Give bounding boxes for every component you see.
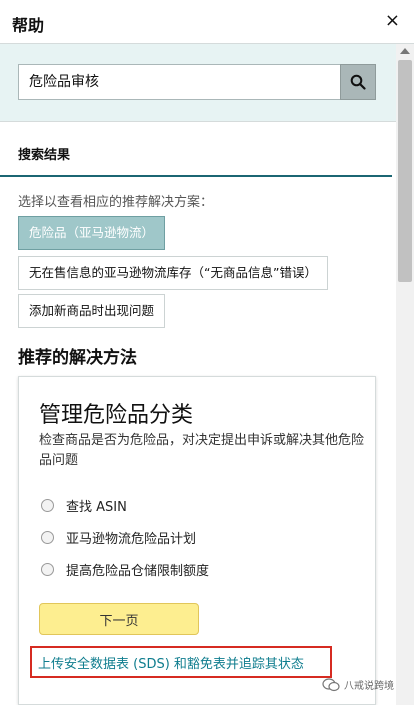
watermark-text: 八戒说跨境 bbox=[344, 681, 394, 692]
option-raise-storage-limit[interactable]: 提高危险品仓储限制额度 bbox=[41, 559, 209, 579]
upload-sds-link[interactable]: 上传安全数据表 (SDS) 和豁免表并追踪其状态 bbox=[38, 653, 304, 672]
search-area: 危险品审核 bbox=[0, 44, 396, 122]
wechat-icon bbox=[322, 677, 340, 691]
recommended-solutions-heading: 推荐的解决方法 bbox=[18, 348, 137, 368]
card-title: 管理危险品分类 bbox=[39, 403, 194, 428]
results-divider bbox=[0, 175, 392, 177]
result-chip-add-product-issue[interactable]: 添加新商品时出现问题 bbox=[18, 294, 166, 328]
close-icon[interactable]: × bbox=[385, 11, 400, 31]
watermark: 八戒说跨境 bbox=[322, 677, 394, 692]
results-prompt: 选择以查看相应的推荐解决方案： bbox=[18, 195, 214, 210]
option-label: 亚马逊物流危险品计划 bbox=[66, 531, 197, 547]
radio-button[interactable] bbox=[41, 498, 54, 512]
search-icon bbox=[350, 74, 366, 90]
option-hazmat-program[interactable]: 亚马逊物流危险品计划 bbox=[41, 527, 196, 547]
result-chip-dangerous-goods[interactable]: 危险品（亚马逊物流） bbox=[18, 216, 166, 250]
option-label: 查找 ASIN bbox=[66, 499, 127, 515]
radio-button[interactable] bbox=[41, 562, 54, 576]
option-label: 提高危险品仓储限制额度 bbox=[66, 563, 210, 579]
scrollbar-thumb[interactable] bbox=[398, 60, 412, 282]
option-find-asin[interactable]: 查找 ASIN bbox=[41, 495, 127, 515]
help-panel-header: 帮助 × bbox=[0, 0, 414, 44]
search-input[interactable]: 危险品审核 bbox=[18, 64, 340, 100]
result-chip-stranded-inventory[interactable]: 无在售信息的亚马逊物流库存（“无商品信息”错误） bbox=[18, 256, 328, 290]
next-page-button[interactable]: 下一页 bbox=[39, 603, 199, 635]
scroll-up-arrow-icon[interactable] bbox=[400, 48, 410, 54]
search-results-heading: 搜索结果 bbox=[18, 148, 71, 163]
search-button[interactable] bbox=[340, 64, 376, 100]
card-description: 检查商品是否为危险品，对决定提出申诉或解决其他危险品问题 bbox=[39, 433, 365, 468]
radio-button[interactable] bbox=[41, 530, 54, 544]
panel-title: 帮助 bbox=[12, 16, 45, 35]
